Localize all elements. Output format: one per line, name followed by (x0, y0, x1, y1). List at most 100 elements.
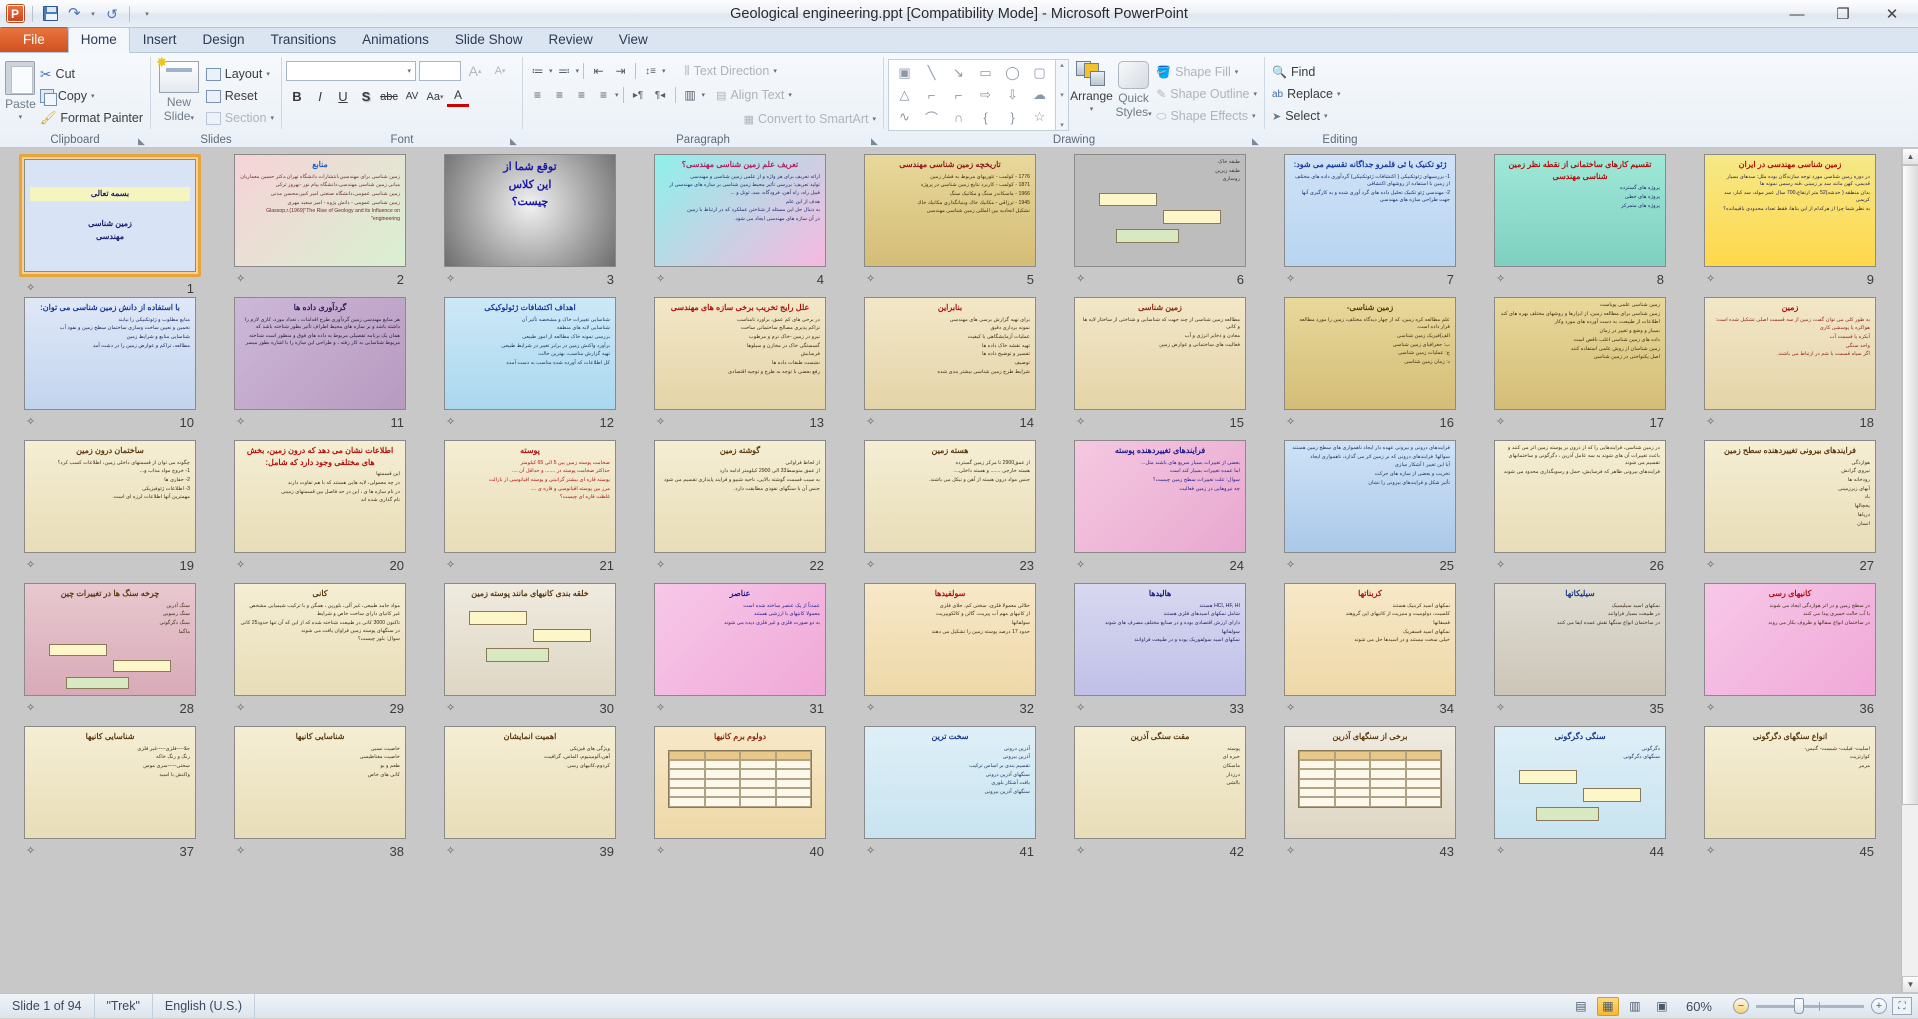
new-slide-button[interactable]: New Slide▾ (155, 59, 203, 126)
slide-thumbnail-4[interactable]: تعریف علم زمین شناسی مهندسی؟ارائه تعریف … (640, 154, 840, 297)
zoom-track[interactable] (1756, 1005, 1864, 1008)
clipboard-dialog-launcher[interactable]: ◣ (136, 136, 147, 147)
slide-sorter-pane[interactable]: بسمه تعالیزمین شناسیمهندسی✧1منابعزمین شن… (0, 148, 1918, 993)
slide-thumbnail-26[interactable]: در زمین شناسی، فرایندهایی را که از درون … (1480, 440, 1680, 583)
minimize-button[interactable]: — (1774, 0, 1820, 28)
transition-icon[interactable]: ✧ (236, 274, 245, 285)
transition-icon[interactable]: ✧ (26, 703, 35, 714)
slide-thumbnail-22[interactable]: گوشته زمیناز لحاظ فراوانیاز عمق متوسط33 … (640, 440, 840, 583)
zoom-in-button[interactable]: + (1871, 998, 1887, 1014)
shape-triangle-icon[interactable]: △ (891, 84, 918, 106)
shapes-gallery[interactable]: ▣ ╲ ↘ ▭ ◯ ▢ △ ⌐ ⌐ ⇨ ⇩ ☁ ∿ ⌒ ∩ { } (888, 59, 1069, 131)
normal-view-button[interactable]: ▤ (1570, 997, 1592, 1016)
shape-arc-icon[interactable]: ⌒ (918, 106, 945, 128)
slide-thumbnail-23[interactable]: هسته زمیناز عمق2900 تا مرکز زمین گستردهه… (850, 440, 1050, 583)
transition-icon[interactable]: ✧ (1076, 274, 1085, 285)
slide-thumbnail-16[interactable]: زمین شناسی-علم مطالعه کره زمین، که از چه… (1270, 297, 1470, 440)
transition-icon[interactable]: ✧ (26, 417, 35, 428)
slide-thumbnail-42[interactable]: مقت سنگی آذرینپوستهحبره ایماسکاندرزداربا… (1060, 726, 1260, 869)
align-right-button[interactable]: ≡ (571, 85, 592, 105)
format-painter-button[interactable]: 🖌 Format Painter (37, 107, 146, 129)
shapes-scroll-up-icon[interactable]: ▴ (1060, 61, 1064, 69)
slide-sorter-view-button[interactable]: ▦ (1597, 997, 1619, 1016)
shape-oval-icon[interactable]: ◯ (999, 62, 1026, 84)
change-case-button[interactable]: Aa▾ (424, 86, 446, 107)
transition-icon[interactable]: ✧ (1076, 417, 1085, 428)
transition-icon[interactable]: ✧ (446, 703, 455, 714)
zoom-handle[interactable] (1794, 998, 1804, 1014)
slide-thumbnail-18[interactable]: زمینبه طور کلی می توان گفت، زمین از سه ق… (1690, 297, 1890, 440)
transition-icon[interactable]: ✧ (1706, 560, 1715, 571)
align-text-button[interactable]: ▤ Align Text ▾ (713, 84, 795, 106)
slide-thumbnail-25[interactable]: فرایندهای درونی و بیرونی عهده دار ایجاد … (1270, 440, 1470, 583)
transition-icon[interactable]: ✧ (1706, 703, 1715, 714)
align-center-button[interactable]: ≡ (549, 85, 570, 105)
slide-thumbnail-33[interactable]: هالیدهاHCl, HF, HI هستندشامل نمکهای اسید… (1060, 583, 1260, 726)
theme-name[interactable]: "Trek" (95, 994, 153, 1019)
shape-cloud-icon[interactable]: ☁ (1026, 84, 1053, 106)
tab-insert[interactable]: Insert (130, 27, 190, 52)
shape-curve-icon[interactable]: ∩ (945, 106, 972, 128)
transition-icon[interactable]: ✧ (446, 846, 455, 857)
shape-rounded-rect-icon[interactable]: ▢ (1026, 62, 1053, 84)
italic-button[interactable]: I (309, 86, 331, 107)
transition-icon[interactable]: ✧ (1706, 274, 1715, 285)
transition-icon[interactable]: ✧ (866, 417, 875, 428)
font-size-input[interactable] (419, 61, 461, 81)
transition-icon[interactable]: ✧ (1496, 846, 1505, 857)
replace-button[interactable]: ab Replace ▾ (1269, 83, 1411, 105)
quick-styles-button[interactable]: Quick Styles▾ (1114, 59, 1153, 122)
columns-button[interactable]: ▥ (680, 85, 701, 105)
customize-qat-button[interactable]: ▾ (137, 4, 157, 24)
shape-elbow-connector-icon[interactable]: ⌐ (918, 84, 945, 106)
slide-thumbnail-45[interactable]: انواع سنگهای دگرگونیاسلیت- فیلیت- شیست- … (1690, 726, 1890, 869)
slide-thumbnail-34[interactable]: کربناتهانمکهای اسید کربنیک هستندکلسیت، د… (1270, 583, 1470, 726)
tab-review[interactable]: Review (535, 27, 605, 52)
slide-thumbnail-11[interactable]: گردآوری داده هاهر منابع مهندسی زمین گردآ… (220, 297, 420, 440)
tab-slide-show[interactable]: Slide Show (442, 27, 536, 52)
transition-icon[interactable]: ✧ (1286, 417, 1295, 428)
undo-dropdown-arrow[interactable]: ▾ (88, 4, 98, 24)
slide-counter[interactable]: Slide 1 of 94 (0, 994, 95, 1019)
transition-icon[interactable]: ✧ (656, 560, 665, 571)
transition-icon[interactable]: ✧ (1496, 560, 1505, 571)
zoom-out-button[interactable]: − (1733, 998, 1749, 1014)
transition-icon[interactable]: ✧ (866, 703, 875, 714)
font-color-button[interactable]: A (447, 86, 469, 107)
slide-thumbnail-12[interactable]: اهداف اکتشافات ژئولوکیکیشناسایی تغییرات … (430, 297, 630, 440)
slide-thumbnail-40[interactable]: دولوم برم کانیها✧40 (640, 726, 840, 869)
slide-thumbnail-6[interactable]: طبقه خاکطبقه زیرینروسازی✧6 (1060, 154, 1260, 297)
slide-show-button[interactable]: ▣ (1651, 997, 1673, 1016)
cut-button[interactable]: ✂ Cut (37, 63, 146, 85)
slide-thumbnail-17[interactable]: زمین شناسی علمی پویاستزمین شناسی برای مط… (1480, 297, 1680, 440)
transition-icon[interactable]: ✧ (446, 417, 455, 428)
transition-icon[interactable]: ✧ (866, 560, 875, 571)
transition-icon[interactable]: ✧ (866, 274, 875, 285)
transition-icon[interactable]: ✧ (1286, 560, 1295, 571)
slide-thumbnail-39[interactable]: اهمیت انمایشانویژگی های فیزیکیآهن،آلومین… (430, 726, 630, 869)
slide-thumbnail-2[interactable]: منابعزمین شناسی برای مهندسین،انتشارات دا… (220, 154, 420, 297)
text-direction-button[interactable]: ⫼ Text Direction ▾ (682, 60, 780, 82)
slide-thumbnail-43[interactable]: برخی از سنگهای آذرین✧43 (1270, 726, 1470, 869)
tab-design[interactable]: Design (190, 27, 258, 52)
undo-icon[interactable]: ↶ (64, 4, 84, 24)
slide-thumbnail-21[interactable]: پوستهضخامت پوسته زمین بین 5 الی 65 کیلوم… (430, 440, 630, 583)
copy-button[interactable]: Copy ▾ (37, 85, 146, 107)
align-left-button[interactable]: ≡ (527, 85, 548, 105)
transition-icon[interactable]: ✧ (26, 846, 35, 857)
shape-line-icon[interactable]: ╲ (918, 62, 945, 84)
powerpoint-logo-icon[interactable]: P (5, 4, 25, 24)
slide-thumbnail-7[interactable]: ژئو تکنیک یا ئی قلمرو جداگانه تقسیم می ش… (1270, 154, 1470, 297)
slide-thumbnail-41[interactable]: سخت ترینآذرین درونیآذرین بیرونیتقسیم بند… (850, 726, 1050, 869)
shape-outline-button[interactable]: ✎ Shape Outline ▾ (1153, 83, 1260, 105)
slide-thumbnail-8[interactable]: تقسیم کارهای ساختمانی از نقطه نظر زمین ش… (1480, 154, 1680, 297)
paste-button[interactable]: Paste ▾ (4, 59, 37, 125)
transition-icon[interactable]: ✧ (1706, 846, 1715, 857)
transition-icon[interactable]: ✧ (656, 846, 665, 857)
language-indicator[interactable]: English (U.S.) (153, 994, 255, 1019)
font-dialog-launcher[interactable]: ◣ (508, 136, 519, 147)
transition-icon[interactable]: ✧ (1706, 417, 1715, 428)
justify-button[interactable]: ≡ (593, 85, 614, 105)
slide-thumbnail-9[interactable]: زمین شناسی مهندسی در ایراندر دوره زمین ش… (1690, 154, 1890, 297)
font-name-input[interactable]: ▾ (286, 61, 416, 81)
